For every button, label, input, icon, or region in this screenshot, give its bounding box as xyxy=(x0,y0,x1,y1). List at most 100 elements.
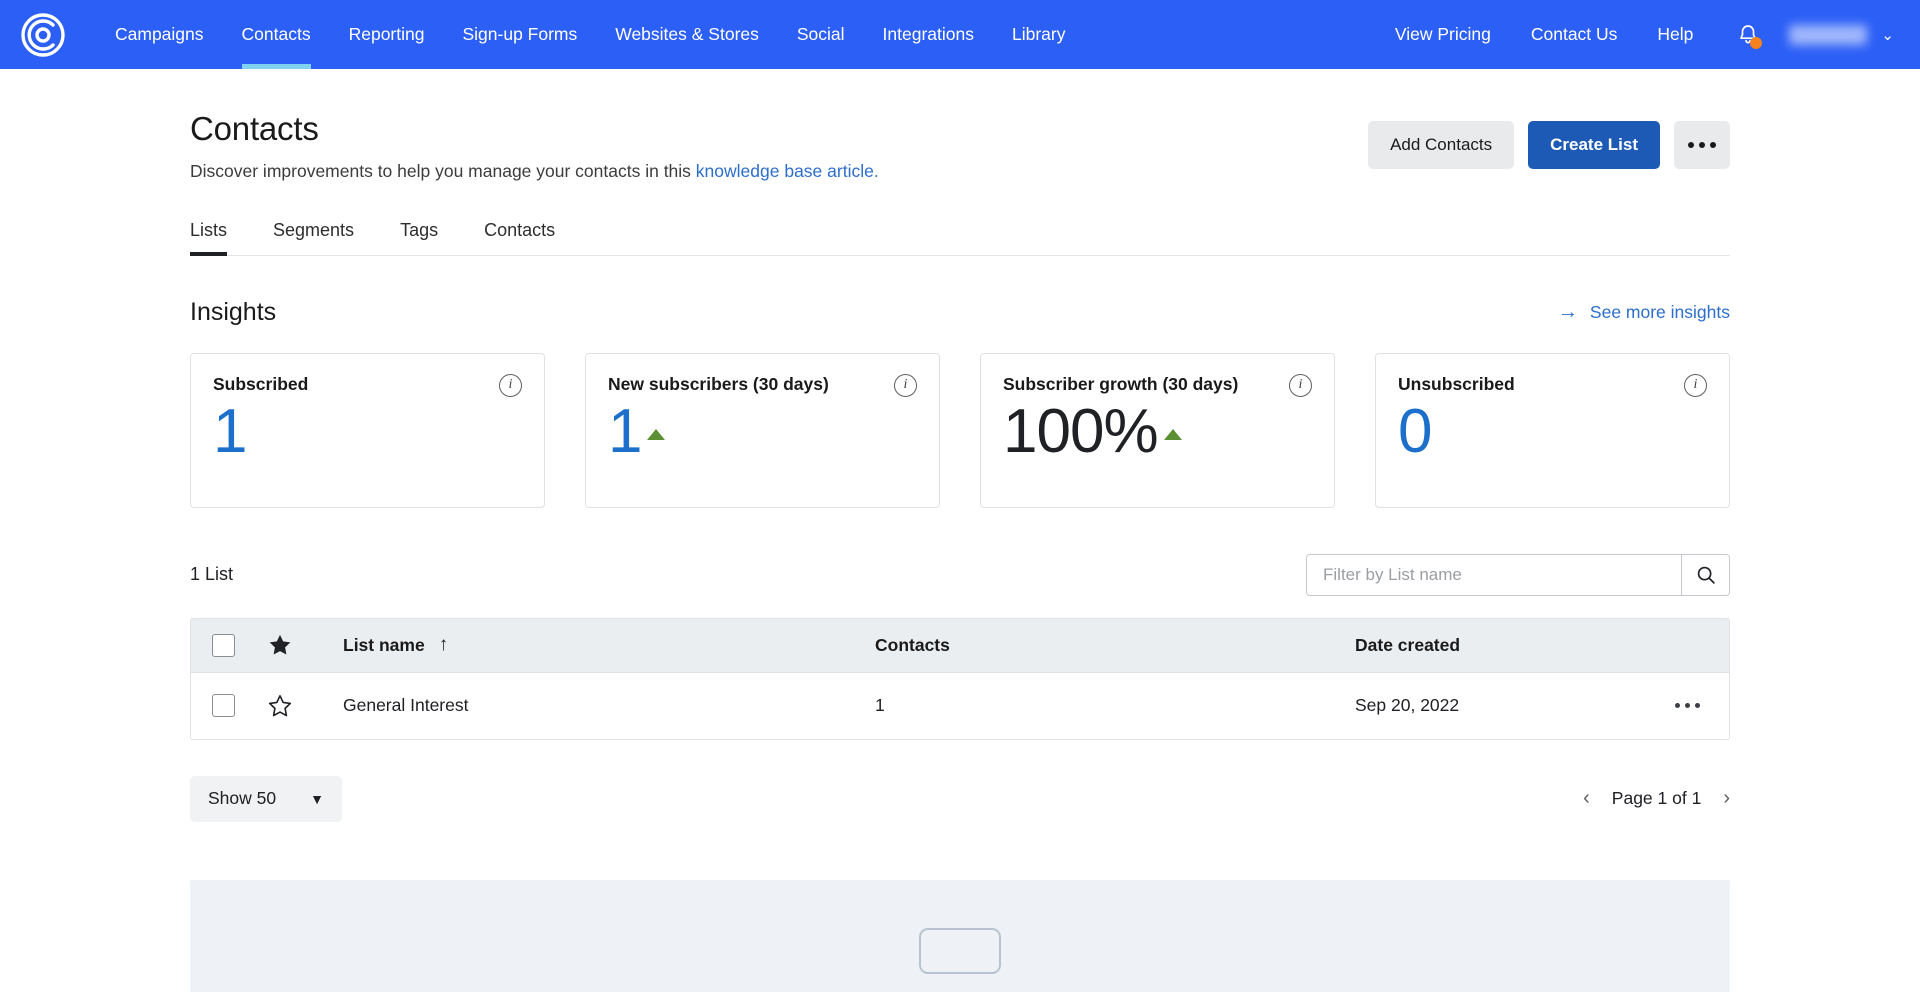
insight-card-value: 1 xyxy=(213,396,247,466)
insight-card-header: Subscriber growth (30 days) i xyxy=(1003,373,1312,397)
row-contacts-cell: 1 xyxy=(875,695,885,716)
info-icon[interactable]: i xyxy=(499,373,522,397)
arrow-up-icon: ↑ xyxy=(438,634,449,656)
table-header-row: List name ↑ Contacts Date created xyxy=(191,618,1729,673)
insights-header: Insights → See more insights xyxy=(190,298,1730,327)
mailchimp-c-logo-icon[interactable] xyxy=(20,12,66,58)
contacts-header-cell[interactable]: Contacts xyxy=(875,635,1355,656)
knowledge-base-link[interactable]: knowledge base article. xyxy=(696,161,879,181)
insight-card-value: 0 xyxy=(1398,396,1432,466)
nav-item-campaigns[interactable]: Campaigns xyxy=(96,0,223,69)
table-footer: Show 50 ▼ ‹ Page 1 of 1 › xyxy=(190,775,1730,822)
tab-contacts[interactable]: Contacts xyxy=(484,220,579,255)
add-contacts-button[interactable]: Add Contacts xyxy=(1368,121,1515,169)
table-row[interactable]: General Interest 1 Sep 20, 2022 xyxy=(191,672,1729,739)
page-size-label: Show 50 xyxy=(208,788,277,809)
see-more-insights-link[interactable]: → See more insights xyxy=(1558,302,1730,323)
info-icon[interactable]: i xyxy=(1289,373,1312,397)
nav-label: Social xyxy=(796,24,845,44)
row-select-cell xyxy=(191,694,255,718)
list-name-header-cell[interactable]: List name ↑ xyxy=(343,634,875,656)
page-subtitle-text: Discover improvements to help you manage… xyxy=(190,160,696,181)
nav-item-library[interactable]: Library xyxy=(993,0,1085,69)
insights-title: Insights xyxy=(190,297,277,326)
page-subtitle: Discover improvements to help you manage… xyxy=(190,161,1368,182)
nav-label: Reporting xyxy=(348,24,425,44)
favorite-header-cell xyxy=(255,632,343,658)
tab-tags[interactable]: Tags xyxy=(400,220,462,255)
page-header-text: Contacts Discover improvements to help y… xyxy=(190,109,1368,182)
row-checkbox[interactable] xyxy=(211,694,235,718)
nav-item-view-pricing[interactable]: View Pricing xyxy=(1375,0,1511,69)
row-menu-button[interactable] xyxy=(1645,703,1729,709)
nav-item-websites-and-stores[interactable]: Websites & Stores xyxy=(596,0,778,69)
more-actions-button[interactable] xyxy=(1674,121,1730,169)
nav-item-integrations[interactable]: Integrations xyxy=(864,0,993,69)
account-name-redacted[interactable] xyxy=(1789,24,1868,45)
insight-card-value-row: 1 xyxy=(608,396,917,466)
insight-card-subscribed: Subscribed i 1 xyxy=(190,352,545,508)
page-header-actions: Add Contacts Create List xyxy=(1368,109,1730,169)
star-outline-icon[interactable] xyxy=(267,693,293,719)
content-column: Contacts Discover improvements to help y… xyxy=(190,69,1730,992)
list-name-header-label: List name xyxy=(343,634,425,655)
select-all-cell xyxy=(191,633,255,657)
info-icon[interactable]: i xyxy=(894,373,917,397)
see-more-insights-label: See more insights xyxy=(1589,301,1730,322)
page-indicator: Page 1 of 1 xyxy=(1611,788,1702,809)
row-list-name-cell[interactable]: General Interest xyxy=(343,695,875,716)
insight-card-label: Subscriber growth (30 days) xyxy=(1003,373,1239,394)
page-header: Contacts Discover improvements to help y… xyxy=(190,69,1730,182)
date-created-header-cell[interactable]: Date created xyxy=(1355,635,1645,656)
insight-card-value-row: 0 xyxy=(1398,396,1707,466)
filter-field-group xyxy=(1306,553,1730,596)
search-button[interactable] xyxy=(1681,554,1729,595)
nav-item-help[interactable]: Help xyxy=(1637,0,1713,69)
chevron-down-icon: ▼ xyxy=(310,790,324,807)
nav-item-contact-us[interactable]: Contact Us xyxy=(1511,0,1638,69)
insight-card-header: New subscribers (30 days) i xyxy=(608,373,917,397)
list-toolbar: 1 List xyxy=(190,553,1730,596)
secondary-nav-items: View Pricing Contact Us Help ⌄ xyxy=(1375,0,1898,69)
search-icon xyxy=(1697,566,1715,584)
nav-item-sign-up-forms[interactable]: Sign-up Forms xyxy=(443,0,596,69)
page-size-select[interactable]: Show 50 ▼ xyxy=(190,775,342,822)
insight-card-value: 1 xyxy=(608,396,642,466)
insight-card-label: New subscribers (30 days) xyxy=(608,373,829,394)
bell-icon[interactable] xyxy=(1729,16,1767,54)
arrow-right-icon: → xyxy=(1557,301,1578,324)
ellipsis-icon xyxy=(1674,703,1680,709)
star-icon[interactable] xyxy=(267,632,293,658)
insight-card-value-row: 1 xyxy=(213,396,522,466)
insight-card-label: Subscribed xyxy=(213,373,309,394)
nav-label: Contacts xyxy=(241,24,311,44)
notification-dot xyxy=(1750,36,1763,49)
bottom-promo-panel xyxy=(190,879,1730,992)
tab-lists[interactable]: Lists xyxy=(190,219,251,256)
nav-item-reporting[interactable]: Reporting xyxy=(330,0,444,69)
pagination: ‹ Page 1 of 1 › xyxy=(1583,787,1730,810)
nav-item-contacts[interactable]: Contacts xyxy=(223,0,330,69)
nav-item-social[interactable]: Social xyxy=(778,0,864,69)
ellipsis-icon xyxy=(1699,142,1705,148)
insight-card-label: Unsubscribed xyxy=(1398,373,1515,394)
nav-label: View Pricing xyxy=(1394,24,1491,44)
row-favorite-cell xyxy=(255,693,343,719)
select-all-checkbox[interactable] xyxy=(211,633,235,657)
chevron-right-icon[interactable]: › xyxy=(1723,787,1730,810)
list-count-label: 1 List xyxy=(190,564,234,585)
chevron-left-icon[interactable]: ‹ xyxy=(1583,787,1590,810)
insight-card-new-subscribers: New subscribers (30 days) i 1 xyxy=(585,352,940,508)
chevron-down-icon[interactable]: ⌄ xyxy=(1881,26,1894,44)
tab-segments[interactable]: Segments xyxy=(273,220,378,255)
info-icon[interactable]: i xyxy=(1684,373,1707,397)
insight-card-header: Subscribed i xyxy=(213,373,522,397)
nav-label: Contact Us xyxy=(1530,24,1618,44)
ellipsis-icon xyxy=(1694,703,1700,709)
tab-label: Tags xyxy=(400,219,439,240)
create-list-button[interactable]: Create List xyxy=(1528,121,1660,169)
page-title: Contacts xyxy=(190,110,319,147)
search-input[interactable] xyxy=(1307,554,1681,595)
nav-label: Integrations xyxy=(882,24,974,44)
tab-label: Lists xyxy=(190,219,228,240)
